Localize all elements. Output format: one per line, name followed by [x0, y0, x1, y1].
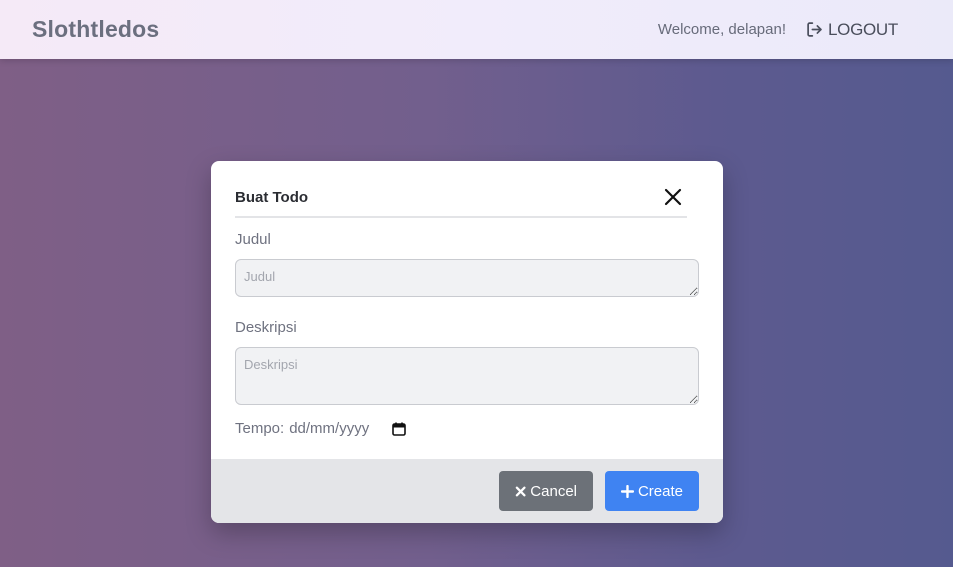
- logout-button[interactable]: LOGOUT: [806, 20, 898, 40]
- welcome-text: Welcome, delapan!: [657, 21, 786, 38]
- modal-header: Buat Todo: [235, 179, 687, 218]
- deskripsi-label: Deskripsi: [235, 319, 297, 336]
- modal-title: Buat Todo: [235, 189, 309, 206]
- tempo-label: Tempo:: [235, 420, 285, 437]
- brand-logo[interactable]: Slothtledos: [32, 16, 159, 43]
- modal-footer: Cancel Create: [211, 459, 723, 523]
- judul-input[interactable]: [235, 259, 699, 297]
- judul-label: Judul: [235, 231, 271, 248]
- cancel-button[interactable]: Cancel: [499, 471, 593, 511]
- nav-right: Welcome, delapan! LOGOUT: [658, 20, 898, 40]
- create-todo-modal: Buat Todo Judul Deskripsi Tempo: dd/mm/y…: [211, 161, 723, 523]
- tempo-date-input[interactable]: dd/mm/yyyy: [289, 420, 369, 437]
- close-icon: [515, 486, 526, 496]
- logout-label: LOGOUT: [828, 19, 898, 39]
- create-label: Create: [637, 482, 683, 500]
- calendar-icon[interactable]: [391, 421, 407, 437]
- close-icon[interactable]: [663, 187, 683, 207]
- cancel-label: Cancel: [530, 482, 577, 500]
- plus-icon: [621, 484, 634, 498]
- deskripsi-input[interactable]: [235, 347, 699, 405]
- navbar: Slothtledos Welcome, delapan! LOGOUT: [0, 0, 953, 59]
- create-button[interactable]: Create: [605, 471, 699, 511]
- logout-icon: [807, 22, 822, 37]
- tempo-row: Tempo: dd/mm/yyyy: [235, 420, 407, 437]
